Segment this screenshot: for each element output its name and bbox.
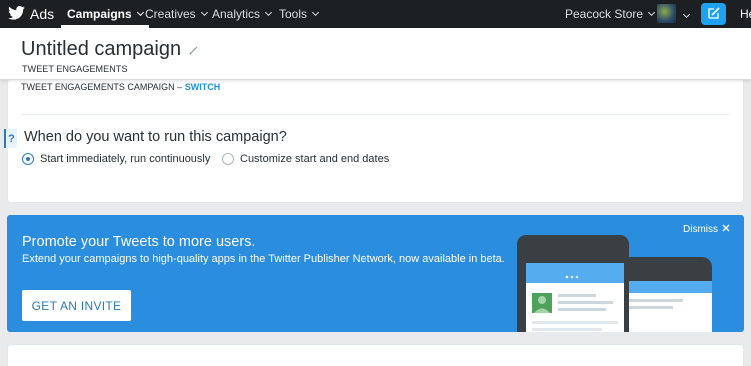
- campaign-objective: TWEET ENGAGEMENTS: [22, 64, 128, 74]
- radio-label: Customize start and end dates: [240, 153, 390, 165]
- nav-creatives[interactable]: Creatives: [145, 0, 208, 28]
- chevron-down-icon: [136, 8, 144, 17]
- compose-button[interactable]: [701, 3, 726, 25]
- radio-button[interactable]: [222, 153, 234, 165]
- pencil-icon[interactable]: [189, 38, 199, 61]
- promo-banner: Promote your Tweets to more users. Exten…: [7, 215, 744, 332]
- campaign-type-line: TWEET ENGAGEMENTS CAMPAIGN – SWITCH: [21, 82, 220, 92]
- schedule-question: When do you want to run this campaign?: [24, 129, 287, 145]
- compose-icon: [707, 6, 721, 23]
- help-menu-clipped[interactable]: He: [740, 0, 751, 28]
- top-navigation: Ads Campaigns Creatives Analytics Tools …: [0, 0, 751, 28]
- twitter-bird-icon: [8, 5, 25, 23]
- nav-campaigns-label: Campaigns: [67, 7, 132, 21]
- nav-analytics[interactable]: Analytics: [212, 0, 273, 28]
- brand-label: Ads: [30, 6, 55, 22]
- radio-label: Start immediately, run continuously: [40, 153, 211, 165]
- radio-customize-dates[interactable]: Customize start and end dates: [222, 153, 389, 165]
- promo-description: Extend your campaigns to high-quality ap…: [22, 253, 505, 265]
- promo-title: Promote your Tweets to more users.: [22, 234, 256, 250]
- nav-creatives-label: Creatives: [145, 7, 196, 21]
- avatar[interactable]: [657, 4, 676, 23]
- account-switcher[interactable]: Peacock Store: [565, 0, 656, 28]
- nav-tools[interactable]: Tools: [279, 0, 320, 28]
- divider: [21, 114, 730, 115]
- nav-campaigns[interactable]: Campaigns: [61, 0, 149, 28]
- help-menu-label: He: [740, 7, 751, 21]
- chevron-down-icon: [264, 8, 273, 17]
- campaign-title-wrap: Untitled campaign: [21, 38, 199, 61]
- nav-analytics-label: Analytics: [212, 7, 261, 21]
- help-toggle[interactable]: ?: [4, 129, 17, 148]
- chevron-down-icon: [682, 10, 691, 19]
- chevron-down-icon: [311, 8, 320, 17]
- chevron-down-icon: [200, 8, 208, 17]
- avatar-menu-toggle[interactable]: [681, 6, 691, 20]
- schedule-card: TWEET ENGAGEMENTS CAMPAIGN – SWITCH ? Wh…: [4, 78, 744, 203]
- campaign-header: Untitled campaign TWEET ENGAGEMENTS: [0, 28, 751, 80]
- get-invite-button[interactable]: GET AN INVITE: [22, 290, 131, 321]
- chevron-down-icon: [648, 8, 656, 17]
- phones-illustration: [512, 233, 744, 332]
- next-section-card: [7, 344, 744, 366]
- ads-home-link[interactable]: Ads: [8, 0, 54, 28]
- account-name: Peacock Store: [565, 7, 644, 21]
- nav-tools-label: Tools: [279, 7, 308, 21]
- page-title: Untitled campaign: [21, 38, 182, 60]
- radio-start-immediately[interactable]: Start immediately, run continuously: [22, 153, 210, 165]
- switch-link[interactable]: SWITCH: [185, 82, 221, 92]
- campaign-type-text: TWEET ENGAGEMENTS CAMPAIGN –: [21, 82, 183, 92]
- radio-button-selected[interactable]: [22, 153, 34, 165]
